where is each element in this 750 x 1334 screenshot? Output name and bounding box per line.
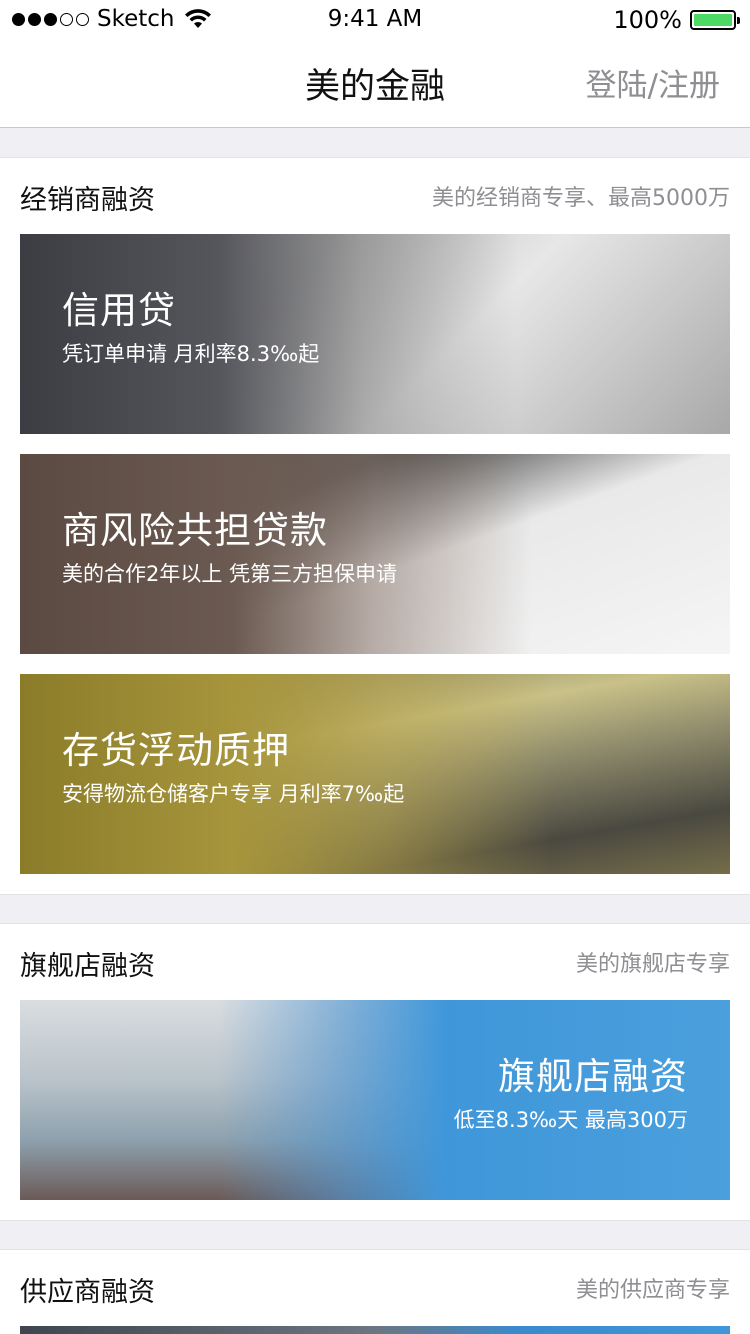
banner-title: 存货浮动质押 xyxy=(62,729,290,772)
login-register-link[interactable]: 登陆/注册 xyxy=(586,60,720,105)
section-header: 旗舰店融资 美的旗舰店专享 xyxy=(0,924,750,1000)
banner-subtitle: 凭订单申请 月利率8.3‰起 xyxy=(62,342,320,366)
banner-subtitle: 低至8.3‰天 最高300万 xyxy=(453,1108,688,1132)
section-title: 供应商融资 xyxy=(20,1277,155,1308)
flagship-store-financing-section: 旗舰店融资 美的旗舰店专享 旗舰店融资 低至8.3‰天 最高300万 xyxy=(0,923,750,1221)
section-subtitle: 美的旗舰店专享 xyxy=(575,952,730,977)
section-header: 供应商融资 美的供应商专享 xyxy=(0,1250,750,1326)
banner-subtitle: 安得物流仓储客户专享 月利率7‰起 xyxy=(62,782,405,806)
dealer-financing-section: 经销商融资 美的经销商专享、最高5000万 信用贷 凭订单申请 月利率8.3‰起… xyxy=(0,157,750,895)
inventory-pledge-banner[interactable]: 存货浮动质押 安得物流仓储客户专享 月利率7‰起 xyxy=(20,674,730,874)
supplier-banner[interactable] xyxy=(20,1326,730,1334)
supplier-financing-section: 供应商融资 美的供应商专享 xyxy=(0,1249,750,1334)
section-subtitle: 美的供应商专享 xyxy=(575,1278,730,1303)
risk-sharing-loan-banner[interactable]: 商风险共担贷款 美的合作2年以上 凭第三方担保申请 xyxy=(20,454,730,654)
status-right: 100% xyxy=(613,6,740,34)
banner-title: 商风险共担贷款 xyxy=(62,509,328,552)
section-title: 旗舰店融资 xyxy=(20,951,155,982)
status-bar: Sketch 9:41 AM 100% xyxy=(0,0,750,40)
section-header: 经销商融资 美的经销商专享、最高5000万 xyxy=(0,158,750,234)
nav-bar: 美的金融 登陆/注册 xyxy=(0,40,750,128)
battery-icon xyxy=(690,10,740,30)
section-title: 经销商融资 xyxy=(20,185,155,216)
battery-percent: 100% xyxy=(613,6,682,34)
banner-title: 旗舰店融资 xyxy=(498,1055,688,1098)
banner-title: 信用贷 xyxy=(62,289,176,332)
banner-subtitle: 美的合作2年以上 凭第三方担保申请 xyxy=(62,562,398,586)
section-subtitle: 美的经销商专享、最高5000万 xyxy=(432,186,730,211)
app-screen: Sketch 9:41 AM 100% 美的金融 登陆/注册 经销商融资 美的经… xyxy=(0,0,750,1334)
credit-loan-banner[interactable]: 信用贷 凭订单申请 月利率8.3‰起 xyxy=(20,234,730,434)
flagship-store-banner[interactable]: 旗舰店融资 低至8.3‰天 最高300万 xyxy=(20,1000,730,1200)
battery-fill xyxy=(694,14,732,26)
